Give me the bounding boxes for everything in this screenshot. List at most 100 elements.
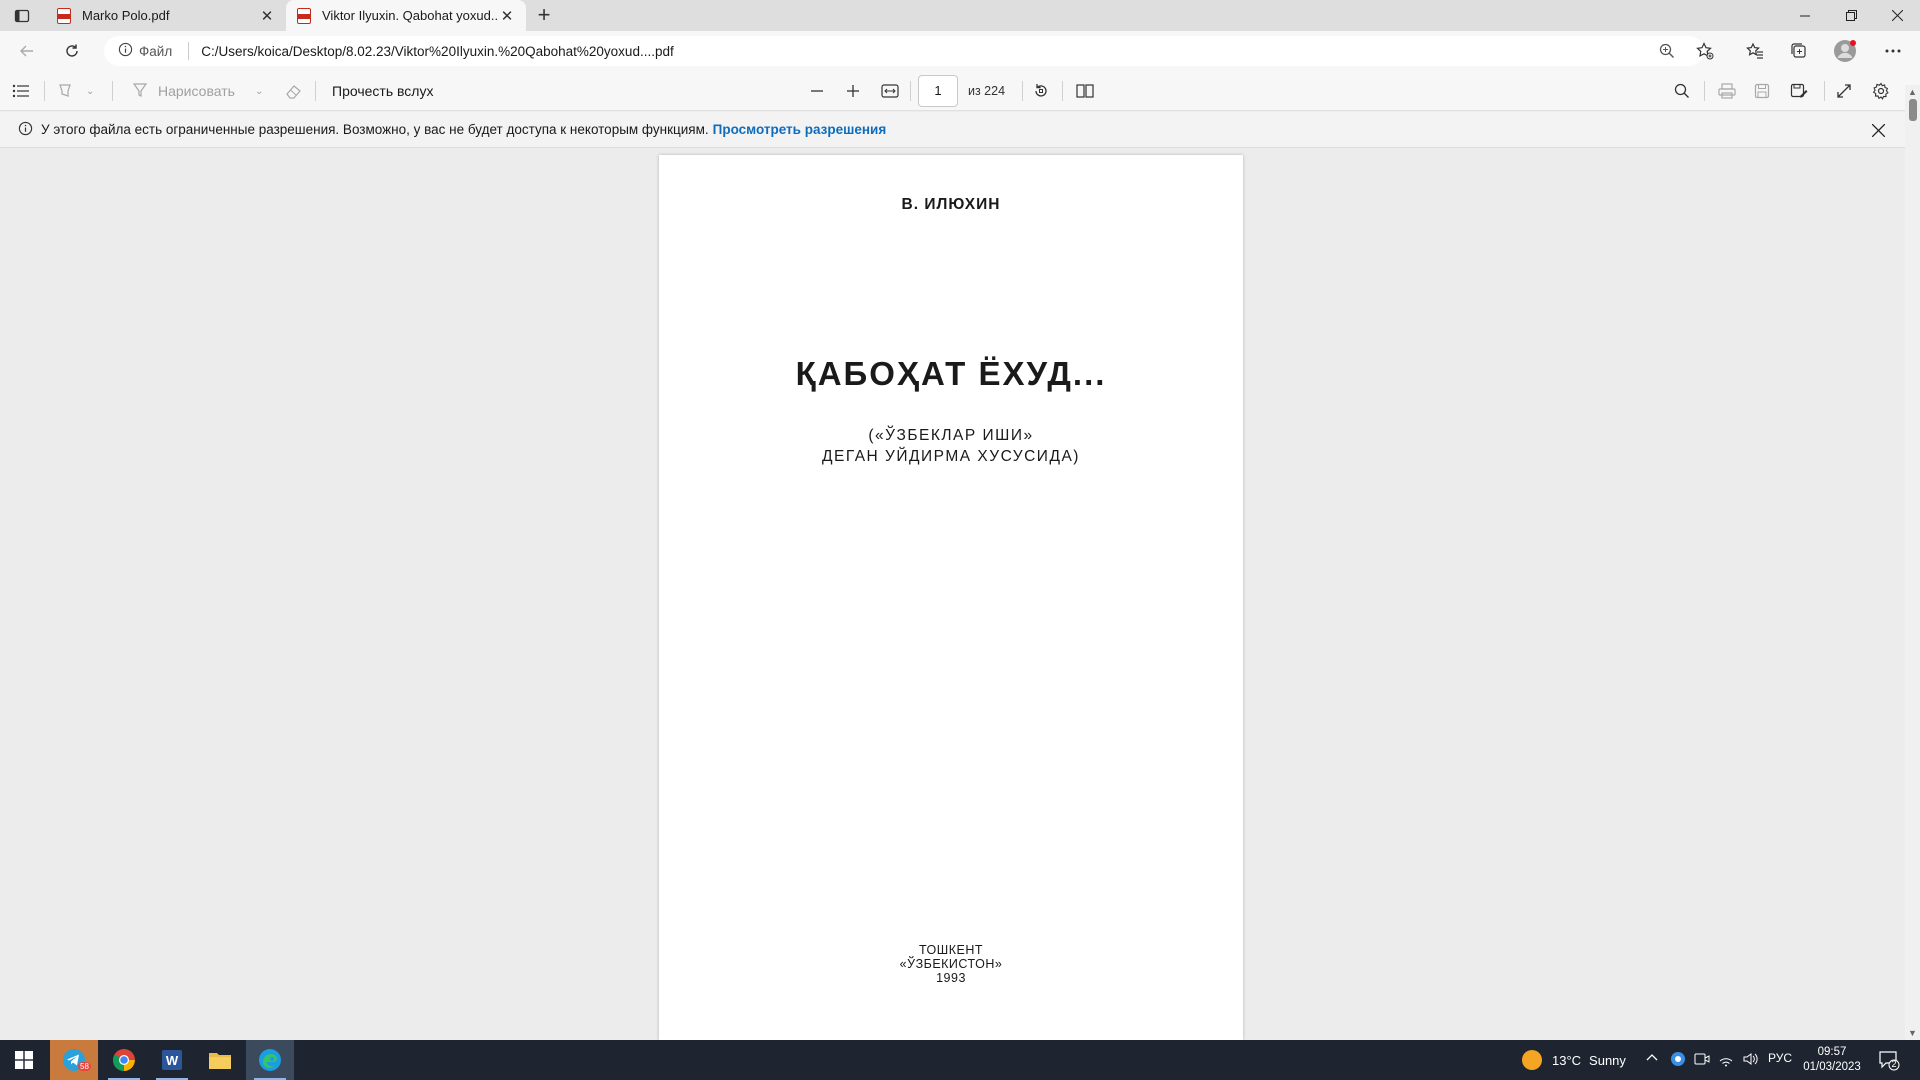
weather-desc: Sunny xyxy=(1589,1052,1626,1068)
draw-button[interactable]: Нарисовать xyxy=(132,80,235,102)
restore-button[interactable] xyxy=(1828,0,1874,31)
close-window-button[interactable] xyxy=(1874,0,1920,31)
print-icon[interactable] xyxy=(1718,80,1736,102)
address-field[interactable]: Файл C:/Users/koica/Desktop/8.02.23/Vikt… xyxy=(104,36,1704,66)
zoom-in-icon[interactable] xyxy=(846,80,860,102)
scrollbar-thumb[interactable] xyxy=(1909,99,1917,121)
page-number-input[interactable]: 1 xyxy=(918,75,958,107)
edge-app-icon[interactable] xyxy=(246,1040,294,1080)
chrome-app-icon[interactable] xyxy=(100,1040,148,1080)
permissions-infobar: У этого файла есть ограниченные разрешен… xyxy=(0,112,1905,148)
start-button[interactable] xyxy=(0,1040,48,1080)
subtitle-line: («ЎЗБЕКЛАР ИШИ» xyxy=(868,427,1034,444)
page-view-icon[interactable] xyxy=(1076,80,1094,102)
scroll-up-icon[interactable]: ▲ xyxy=(1908,87,1917,97)
divider xyxy=(44,81,45,101)
divider xyxy=(188,42,190,60)
more-menu-icon[interactable] xyxy=(1880,39,1906,63)
file-explorer-app-icon[interactable] xyxy=(196,1040,244,1080)
zoom-out-icon[interactable] xyxy=(810,80,824,102)
scheme-label: Файл xyxy=(139,43,173,59)
divider xyxy=(315,81,316,101)
volume-icon[interactable] xyxy=(1742,1051,1758,1070)
tab-actions-icon[interactable] xyxy=(12,6,32,26)
pdf-icon xyxy=(296,7,312,24)
refresh-button[interactable] xyxy=(60,39,84,63)
read-aloud-button[interactable]: Прочесть вслух xyxy=(332,80,433,102)
svg-text:W: W xyxy=(166,1053,179,1068)
document-title: ҚАБОҲАТ ЁХУД... xyxy=(795,355,1107,392)
weather-widget[interactable]: 13°C Sunny xyxy=(1522,1050,1626,1070)
tab-viktor-ilyuxin[interactable]: Viktor Ilyuxin. Qabohat yoxud....p ✕ xyxy=(286,0,526,31)
divider xyxy=(1062,81,1063,101)
highlight-icon[interactable] xyxy=(56,80,74,102)
tab-strip: Marko Polo.pdf ✕ Viktor Ilyuxin. Qabohat… xyxy=(0,0,1920,31)
taskbar: 58 W 13°C Sunny РУС 09:57 01/03/2023 2 xyxy=(0,1040,1920,1080)
tab-title: Marko Polo.pdf xyxy=(82,8,170,23)
infobar-message: У этого файла есть ограниченные разрешен… xyxy=(41,122,709,137)
divider xyxy=(1704,81,1705,101)
fullscreen-icon[interactable] xyxy=(1836,80,1852,102)
draw-icon xyxy=(132,82,148,101)
url-text[interactable]: C:/Users/koica/Desktop/8.02.23/Viktor%20… xyxy=(201,44,674,59)
clock-time: 09:57 xyxy=(1817,1046,1847,1058)
address-bar-row: Файл C:/Users/koica/Desktop/8.02.23/Vikt… xyxy=(0,31,1920,71)
pdf-page: В. ИЛЮХИН ҚАБОҲАТ ЁХУД... («ЎЗБЕКЛАР ИШИ… xyxy=(659,155,1243,1040)
sun-icon xyxy=(1522,1050,1542,1070)
pdf-toolbar: ⌄ Нарисовать ⌄ Прочесть вслух 1 из 224 xyxy=(0,71,1920,111)
settings-gear-icon[interactable] xyxy=(1872,80,1890,102)
profile-avatar[interactable] xyxy=(1832,39,1858,63)
zoom-icon[interactable] xyxy=(1654,39,1680,63)
close-tab-icon[interactable]: ✕ xyxy=(258,7,276,25)
search-icon[interactable] xyxy=(1674,80,1690,102)
info-icon[interactable] xyxy=(118,42,133,60)
network-wifi-icon[interactable] xyxy=(1718,1051,1734,1070)
pdf-icon xyxy=(56,7,72,24)
save-icon[interactable] xyxy=(1754,80,1770,102)
word-app-icon[interactable]: W xyxy=(148,1040,196,1080)
weather-temp: 13°C xyxy=(1552,1052,1582,1068)
document-subtitle: («ЎЗБЕКЛАР ИШИ» ДЕГАН УЙДИРМА ХУСУСИДА) xyxy=(659,425,1243,467)
meet-now-icon[interactable] xyxy=(1694,1051,1710,1070)
imprint-city: ТОШКЕНТ xyxy=(918,943,984,957)
tray-app-icon[interactable] xyxy=(1670,1051,1686,1070)
view-permissions-link[interactable]: Просмотреть разрешения xyxy=(713,122,887,137)
tab-marko-polo[interactable]: Marko Polo.pdf ✕ xyxy=(46,0,286,31)
imprint-publisher: «ЎЗБЕКИСТОН» xyxy=(899,957,1003,971)
save-as-icon[interactable] xyxy=(1790,80,1808,102)
vertical-scrollbar[interactable]: ▲ ▼ xyxy=(1905,85,1920,1040)
notification-count: 2 xyxy=(1891,1059,1897,1069)
draw-label: Нарисовать xyxy=(158,83,235,99)
chevron-down-icon[interactable]: ⌄ xyxy=(255,80,263,102)
favorites-icon[interactable] xyxy=(1742,39,1768,63)
imprint-year: 1993 xyxy=(936,971,966,985)
document-imprint: ТОШКЕНТ «ЎЗБЕКИСТОН» 1993 xyxy=(659,943,1243,985)
chevron-up-icon[interactable] xyxy=(1646,1051,1658,1065)
close-tab-icon[interactable]: ✕ xyxy=(498,7,516,25)
chevron-down-icon[interactable]: ⌄ xyxy=(86,80,94,102)
divider xyxy=(1824,81,1825,101)
eraser-icon[interactable] xyxy=(284,80,302,102)
back-button[interactable] xyxy=(15,39,39,63)
divider xyxy=(112,81,113,101)
close-infobar-icon[interactable] xyxy=(1871,121,1886,142)
telegram-app-icon[interactable]: 58 xyxy=(50,1040,98,1080)
language-indicator[interactable]: РУС xyxy=(1768,1051,1792,1065)
scroll-down-icon[interactable]: ▼ xyxy=(1908,1028,1917,1038)
table-of-contents-icon[interactable] xyxy=(12,80,30,102)
rotate-icon[interactable] xyxy=(1032,80,1050,102)
divider xyxy=(1022,81,1023,101)
notification-center-icon[interactable]: 2 xyxy=(1878,1049,1900,1071)
tab-title: Viktor Ilyuxin. Qabohat yoxud....p xyxy=(322,8,498,23)
add-favorite-icon[interactable] xyxy=(1692,39,1718,63)
fit-to-width-icon[interactable] xyxy=(881,80,899,102)
clock[interactable]: 09:57 01/03/2023 xyxy=(1792,1045,1872,1075)
clock-date: 01/03/2023 xyxy=(1803,1061,1861,1073)
collections-icon[interactable] xyxy=(1786,39,1812,63)
telegram-badge: 58 xyxy=(78,1062,91,1071)
document-author: В. ИЛЮХИН xyxy=(901,196,1001,213)
new-tab-button[interactable]: + xyxy=(532,4,556,28)
minimize-button[interactable] xyxy=(1782,0,1828,31)
page-total-label: из 224 xyxy=(968,84,1006,98)
subtitle-line: ДЕГАН УЙДИРМА ХУСУСИДА) xyxy=(822,448,1080,465)
